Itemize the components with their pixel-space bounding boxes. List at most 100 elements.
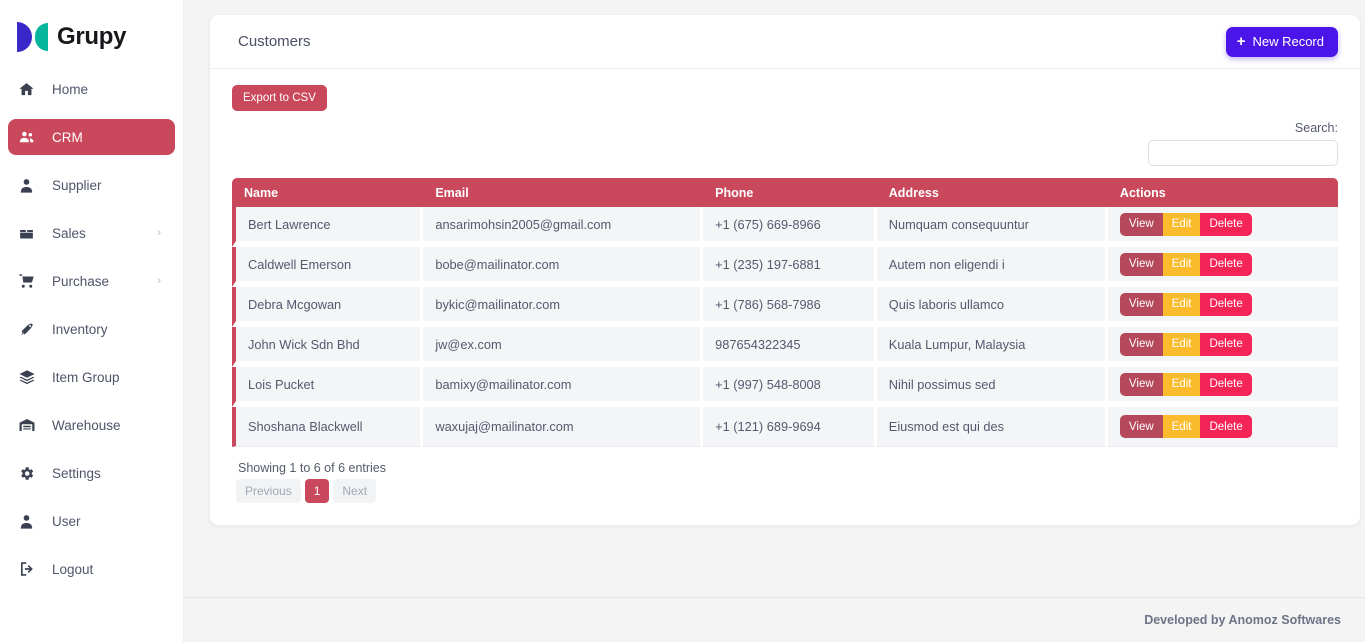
cell-name: Lois Pucket [232,367,424,407]
chevron-right-icon-purchase: › [157,275,161,287]
chevron-right-icon-sales: › [157,227,161,239]
delete-button[interactable]: Delete [1200,252,1252,276]
layers-icon [18,368,42,386]
delete-button[interactable]: Delete [1200,212,1252,236]
view-button[interactable]: View [1119,292,1163,316]
sidebar-item-purchase[interactable]: Purchase › [8,263,175,299]
cell-actions: View Edit Delete [1107,327,1338,367]
cell-phone: +1 (121) 689-9694 [703,407,877,447]
sidebar-item-label-inventory: Inventory [52,321,108,337]
new-record-button[interactable]: + New Record [1225,26,1338,57]
export-csv-button[interactable]: Export to CSV [232,85,327,111]
cell-phone: +1 (675) 669-8966 [703,207,877,247]
sidebar-item-label-settings: Settings [52,465,101,481]
column-header-actions[interactable]: Actions [1107,178,1338,207]
table-row: Caldwell Emerson bobe@mailinator.com +1 … [232,247,1338,287]
delete-button[interactable]: Delete [1200,415,1252,438]
action-button-group: View Edit Delete [1119,415,1252,438]
logo-mark [17,22,48,52]
view-button[interactable]: View [1119,372,1163,396]
edit-button[interactable]: Edit [1162,292,1201,316]
sidebar-item-inventory[interactable]: Inventory [8,311,175,347]
plus-icon: + [1236,33,1246,50]
cell-actions: View Edit Delete [1107,287,1338,327]
delete-button[interactable]: Delete [1200,372,1252,396]
sidebar-nav: Home CRM Supplier Sales › Purchase › Inv… [0,71,183,587]
column-header-email[interactable]: Email [423,178,704,207]
cell-actions: View Edit Delete [1107,407,1338,447]
pagination-previous[interactable]: Previous [236,479,301,503]
sidebar-item-label-user: User [52,513,81,529]
table-body: Bert Lawrence ansarimohsin2005@gmail.com… [232,207,1338,447]
sidebar-item-label-logout: Logout [52,561,94,577]
view-button[interactable]: View [1119,252,1163,276]
sidebar-item-user[interactable]: User [8,503,175,539]
action-button-group: View Edit Delete [1119,292,1252,316]
table-row: Lois Pucket bamixy@mailinator.com +1 (99… [232,367,1338,407]
table-row: Shoshana Blackwell waxujaj@mailinator.co… [232,407,1338,447]
sidebar-item-label-sales: Sales [52,225,86,241]
edit-button[interactable]: Edit [1162,332,1201,356]
search-input[interactable] [1148,140,1338,166]
sidebar-item-label-purchase: Purchase [52,273,110,289]
column-header-phone[interactable]: Phone [703,178,877,207]
brand-logo[interactable]: Grupy [0,0,183,56]
cell-phone: +1 (786) 568-7986 [703,287,877,327]
table-head: Name Email Phone Address Actions [232,178,1338,207]
main-content: Customers + New Record Export to CSV Sea… [184,0,1365,642]
cell-address: Numquam consequuntur [876,207,1108,247]
cell-actions: View Edit Delete [1107,367,1338,407]
view-button[interactable]: View [1119,212,1163,236]
edit-button[interactable]: Edit [1162,372,1201,396]
cell-actions: View Edit Delete [1107,247,1338,287]
search-label: Search: [1294,121,1338,135]
column-header-name[interactable]: Name [232,178,424,207]
pagination-next[interactable]: Next [333,479,377,503]
view-button[interactable]: View [1119,332,1163,356]
edit-button[interactable]: Edit [1162,212,1201,236]
gear-icon [18,465,42,482]
sidebar-item-settings[interactable]: Settings [8,455,175,491]
view-button[interactable]: View [1119,415,1163,438]
cell-email: waxujaj@mailinator.com [423,407,704,447]
pagination: Previous 1 Next [236,479,1338,503]
customers-card: Customers + New Record Export to CSV Sea… [209,14,1361,526]
cart-icon [18,272,42,290]
sidebar-item-label-warehouse: Warehouse [52,417,121,433]
edit-button[interactable]: Edit [1162,252,1201,276]
brand-name: Grupy [57,23,127,50]
cell-phone: +1 (235) 197-6881 [703,247,877,287]
showing-entries-text: Showing 1 to 6 of 6 entries [238,461,387,475]
home-icon [18,81,42,98]
column-header-address[interactable]: Address [876,178,1108,207]
delete-button[interactable]: Delete [1200,332,1252,356]
sidebar-item-supplier[interactable]: Supplier [8,167,175,203]
cell-phone: 987654322345 [703,327,877,367]
delete-button[interactable]: Delete [1200,292,1252,316]
cell-email: bykic@mailinator.com [423,287,704,327]
sidebar-item-sales[interactable]: Sales › [8,215,175,251]
page-title: Customers [238,33,311,50]
cell-address: Kuala Lumpur, Malaysia [876,327,1108,367]
new-record-label: New Record [1252,34,1324,49]
sidebar-item-label-home: Home [52,81,89,97]
card-header: Customers + New Record [210,15,1360,69]
sidebar-item-item-group[interactable]: Item Group [8,359,175,395]
customers-table: Name Email Phone Address Actions Bert La… [232,178,1338,447]
cell-address: Autem non eligendi i [876,247,1108,287]
footer-credit-text: Developed by Anomoz Softwares [1144,613,1341,627]
cell-address: Eiusmod est qui des [876,407,1108,447]
cell-actions: View Edit Delete [1107,207,1338,247]
sidebar-item-crm[interactable]: CRM [8,119,175,155]
cell-address: Quis laboris ullamco [876,287,1108,327]
cell-name: Caldwell Emerson [232,247,424,287]
search-area: Search: [232,121,1338,166]
sidebar-item-home[interactable]: Home [8,71,175,107]
pagination-page-1[interactable]: 1 [304,479,330,503]
sidebar-item-warehouse[interactable]: Warehouse [8,407,175,443]
sidebar-item-label-crm: CRM [52,129,83,145]
edit-button[interactable]: Edit [1162,415,1201,438]
cell-email: jw@ex.com [423,327,704,367]
box-icon [18,225,42,242]
sidebar-item-logout[interactable]: Logout [8,551,175,587]
